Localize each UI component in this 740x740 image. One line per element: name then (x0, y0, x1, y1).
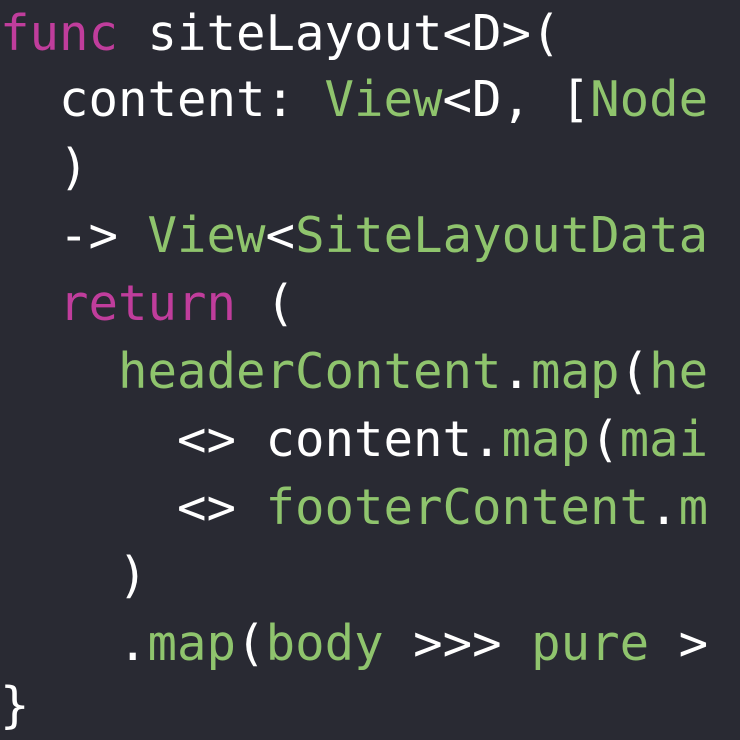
paren-close: ) (118, 547, 148, 604)
op-compose: >>> (383, 615, 532, 672)
return-arrow: -> (59, 207, 148, 264)
code-line-10: .map(body >>> pure > (0, 610, 708, 678)
brace-close: } (0, 677, 30, 734)
code-line-7: <> content.map(mai (0, 406, 708, 474)
paren-open: ( (619, 343, 650, 400)
code-line-11: } (0, 672, 30, 740)
type-site-layout-data: SiteLayoutData (295, 207, 709, 264)
function-signature: siteLayout<D>( (118, 5, 561, 62)
code-editor[interactable]: func siteLayout<D>( content: View<D, [No… (0, 0, 740, 740)
param-content: content: (59, 71, 325, 128)
func-map: map (501, 411, 591, 468)
code-line-1: func siteLayout<D>( (0, 0, 561, 68)
keyword-func: func (0, 5, 119, 62)
paren-open: ( (590, 411, 620, 468)
code-line-5: return ( (0, 270, 295, 338)
ident-truncated: he (649, 343, 709, 400)
generic-open: <D, [ (442, 71, 591, 128)
code-line-2: content: View<D, [Node (0, 66, 708, 134)
type-view: View (324, 71, 443, 128)
code-line-4: -> View<SiteLayoutData (0, 202, 708, 270)
paren-open: ( (236, 615, 266, 672)
keyword-return: return (59, 275, 237, 332)
dot: . (118, 615, 148, 672)
dot: . (501, 343, 532, 400)
ident-truncated: mai (619, 411, 709, 468)
type-view: View (147, 207, 266, 264)
ident-body: body (265, 615, 384, 672)
code-line-6: headerContent.map(he (0, 338, 708, 406)
dot: . (649, 479, 679, 536)
ident-truncated: m (678, 479, 709, 536)
ident-header-content: headerContent (118, 343, 502, 400)
func-map: map (531, 343, 620, 400)
op-concat: <> (177, 479, 266, 536)
paren-open: ( (236, 275, 296, 332)
ident-footer-content: footerContent (265, 479, 650, 536)
op-content: <> content. (177, 411, 502, 468)
ident-pure: pure (531, 615, 650, 672)
generic-open: < (265, 207, 296, 264)
paren-close: ) (59, 139, 89, 196)
code-line-9: ) (0, 542, 148, 610)
op-truncated: > (649, 615, 709, 672)
code-line-8: <> footerContent.m (0, 474, 708, 542)
type-node: Node (590, 71, 709, 128)
code-line-3: ) (0, 134, 89, 202)
func-map: map (147, 615, 237, 672)
